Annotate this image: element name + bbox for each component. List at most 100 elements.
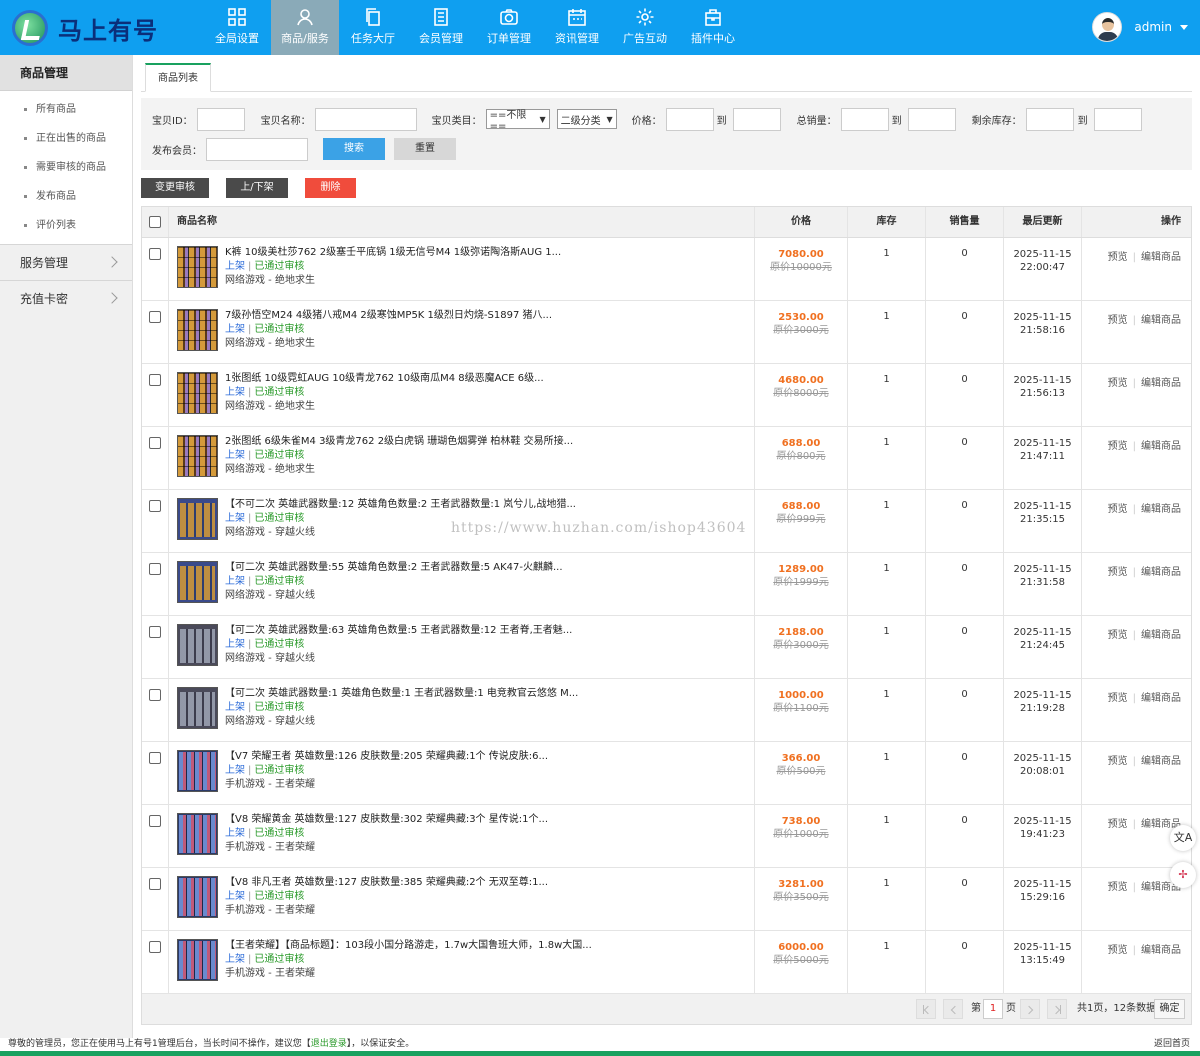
product-title[interactable]: 【可二次 英雄武器数量:1 英雄角色数量:1 王者武器数量:1 电竞教官云悠悠 …: [225, 687, 578, 701]
stock-min-input[interactable]: [1025, 107, 1074, 131]
sales-max-input[interactable]: [907, 107, 956, 131]
sales-min-input[interactable]: [840, 107, 889, 131]
product-title[interactable]: 【不可二次 英雄武器数量:12 英雄角色数量:2 王者武器数量:1 岚兮儿,战地…: [225, 498, 576, 512]
select-all-checkbox[interactable]: [149, 216, 161, 228]
chevron-down-icon[interactable]: [1180, 24, 1188, 30]
product-title[interactable]: 【V8 非凡王者 英雄数量:127 皮肤数量:385 荣耀典藏:2个 无双至尊:…: [225, 876, 548, 890]
row-checkbox[interactable]: [149, 752, 161, 764]
nav-orders[interactable]: 订单管理: [475, 0, 543, 55]
preview-link[interactable]: 预览: [1108, 504, 1128, 515]
status-listed[interactable]: 上架: [225, 765, 245, 776]
product-thumbnail[interactable]: [177, 687, 218, 729]
sidebar-item-reviews[interactable]: 评价列表: [0, 211, 132, 240]
nav-task-hall[interactable]: 任务大厅: [339, 0, 407, 55]
product-title[interactable]: 【V7 荣耀王者 英雄数量:126 皮肤数量:205 荣耀典藏:1个 传说皮肤:…: [225, 750, 548, 764]
row-checkbox[interactable]: [149, 815, 161, 827]
row-checkbox[interactable]: [149, 563, 161, 575]
username[interactable]: admin: [1134, 20, 1172, 34]
product-title[interactable]: 【可二次 英雄武器数量:55 英雄角色数量:2 王者武器数量:5 AK47-火麒…: [225, 561, 563, 575]
sidebar-group-recharge-cards[interactable]: 充值卡密: [0, 280, 132, 316]
product-thumbnail[interactable]: [177, 750, 218, 792]
product-title[interactable]: 【王者荣耀】【商品标题】：103段小国分路游走，1.7w大国鲁班大师，1.8w大…: [225, 939, 592, 953]
edit-link[interactable]: 编辑商品: [1141, 693, 1181, 704]
preview-link[interactable]: 预览: [1108, 315, 1128, 326]
sidebar-group-services[interactable]: 服务管理: [0, 244, 132, 280]
row-checkbox[interactable]: [149, 374, 161, 386]
edit-link[interactable]: 编辑商品: [1141, 441, 1181, 452]
delete-button[interactable]: 删除: [305, 178, 356, 198]
logo[interactable]: 马上有号: [12, 10, 158, 46]
row-checkbox[interactable]: [149, 437, 161, 449]
sidebar-item-publish[interactable]: 发布商品: [0, 182, 132, 211]
user-menu[interactable]: admin: [1092, 12, 1188, 42]
product-thumbnail[interactable]: [177, 813, 218, 855]
plugin-icon[interactable]: ✢: [1170, 862, 1196, 888]
preview-link[interactable]: 预览: [1108, 567, 1128, 578]
nav-news[interactable]: 资讯管理: [543, 0, 611, 55]
name-input[interactable]: [314, 107, 417, 131]
price-max-input[interactable]: [732, 107, 781, 131]
reset-button[interactable]: 重置: [394, 138, 456, 160]
status-listed[interactable]: 上架: [225, 702, 245, 713]
row-checkbox[interactable]: [149, 941, 161, 953]
preview-link[interactable]: 预览: [1108, 882, 1128, 893]
prev-page-button[interactable]: [943, 999, 963, 1019]
product-title[interactable]: K裤 10级美杜莎762 2级塞壬平底锅 1级无信号M4 1级弥诺陶洛斯AUG …: [225, 246, 561, 260]
last-page-button[interactable]: [1047, 999, 1067, 1019]
status-listed[interactable]: 上架: [225, 261, 245, 272]
price-min-input[interactable]: [665, 107, 714, 131]
edit-link[interactable]: 编辑商品: [1141, 378, 1181, 389]
go-button[interactable]: 确定: [1154, 999, 1185, 1019]
product-thumbnail[interactable]: [177, 309, 218, 351]
product-thumbnail[interactable]: [177, 939, 218, 981]
sidebar-item-all-products[interactable]: 所有商品: [0, 95, 132, 124]
preview-link[interactable]: 预览: [1108, 945, 1128, 956]
id-input[interactable]: [196, 107, 245, 131]
status-listed[interactable]: 上架: [225, 324, 245, 335]
category-select[interactable]: ==不限== ▼: [485, 109, 550, 132]
edit-link[interactable]: 编辑商品: [1141, 567, 1181, 578]
status-listed[interactable]: 上架: [225, 576, 245, 587]
product-thumbnail[interactable]: [177, 372, 218, 414]
toggle-listing-button[interactable]: 上/下架: [226, 178, 288, 198]
sidebar-item-on-sale[interactable]: 正在出售的商品: [0, 124, 132, 153]
nav-members[interactable]: 会员管理: [407, 0, 475, 55]
nav-plugins[interactable]: 插件中心: [679, 0, 747, 55]
row-checkbox[interactable]: [149, 248, 161, 260]
edit-link[interactable]: 编辑商品: [1141, 315, 1181, 326]
status-listed[interactable]: 上架: [225, 513, 245, 524]
status-listed[interactable]: 上架: [225, 954, 245, 965]
product-title[interactable]: 【可二次 英雄武器数量:63 英雄角色数量:5 王者武器数量:12 王者脊,王者…: [225, 624, 572, 638]
row-checkbox[interactable]: [149, 311, 161, 323]
preview-link[interactable]: 预览: [1108, 252, 1128, 263]
edit-link[interactable]: 编辑商品: [1141, 630, 1181, 641]
sidebar-title[interactable]: 商品管理: [0, 55, 132, 91]
edit-link[interactable]: 编辑商品: [1141, 252, 1181, 263]
home-link[interactable]: 返回首页: [1154, 1038, 1190, 1051]
product-thumbnail[interactable]: [177, 876, 218, 918]
product-title[interactable]: 7级孙悟空M24 4级猪八戒M4 2级寒蚀MP5K 1级烈日灼烧-S1897 猪…: [225, 309, 552, 323]
status-listed[interactable]: 上架: [225, 639, 245, 650]
product-thumbnail[interactable]: [177, 624, 218, 666]
product-thumbnail[interactable]: [177, 246, 218, 288]
status-listed[interactable]: 上架: [225, 891, 245, 902]
tab-product-list[interactable]: 商品列表: [145, 63, 211, 92]
stock-max-input[interactable]: [1093, 107, 1142, 131]
nav-products[interactable]: 商品/服务: [271, 0, 339, 55]
preview-link[interactable]: 预览: [1108, 756, 1128, 767]
next-page-button[interactable]: [1020, 999, 1040, 1019]
preview-link[interactable]: 预览: [1108, 819, 1128, 830]
row-checkbox[interactable]: [149, 689, 161, 701]
status-listed[interactable]: 上架: [225, 450, 245, 461]
preview-link[interactable]: 预览: [1108, 693, 1128, 704]
subcategory-select[interactable]: 二级分类 ▼: [556, 109, 617, 129]
sidebar-item-pending-review[interactable]: 需要审核的商品: [0, 153, 132, 182]
product-title[interactable]: 【V8 荣耀黄金 英雄数量:127 皮肤数量:302 荣耀典藏:3个 星传说:1…: [225, 813, 548, 827]
product-title[interactable]: 2张图纸 6级朱雀M4 3级青龙762 2级白虎锅 珊瑚色烟雾弹 柏林鞋 交易所…: [225, 435, 573, 449]
edit-link[interactable]: 编辑商品: [1141, 945, 1181, 956]
avatar[interactable]: [1092, 12, 1123, 42]
product-title[interactable]: 1张图纸 10级霓虹AUG 10级青龙762 10级南瓜M4 8级恶魔ACE 6…: [225, 372, 544, 386]
nav-ads[interactable]: 广告互动: [611, 0, 679, 55]
preview-link[interactable]: 预览: [1108, 378, 1128, 389]
member-input[interactable]: [206, 137, 308, 161]
